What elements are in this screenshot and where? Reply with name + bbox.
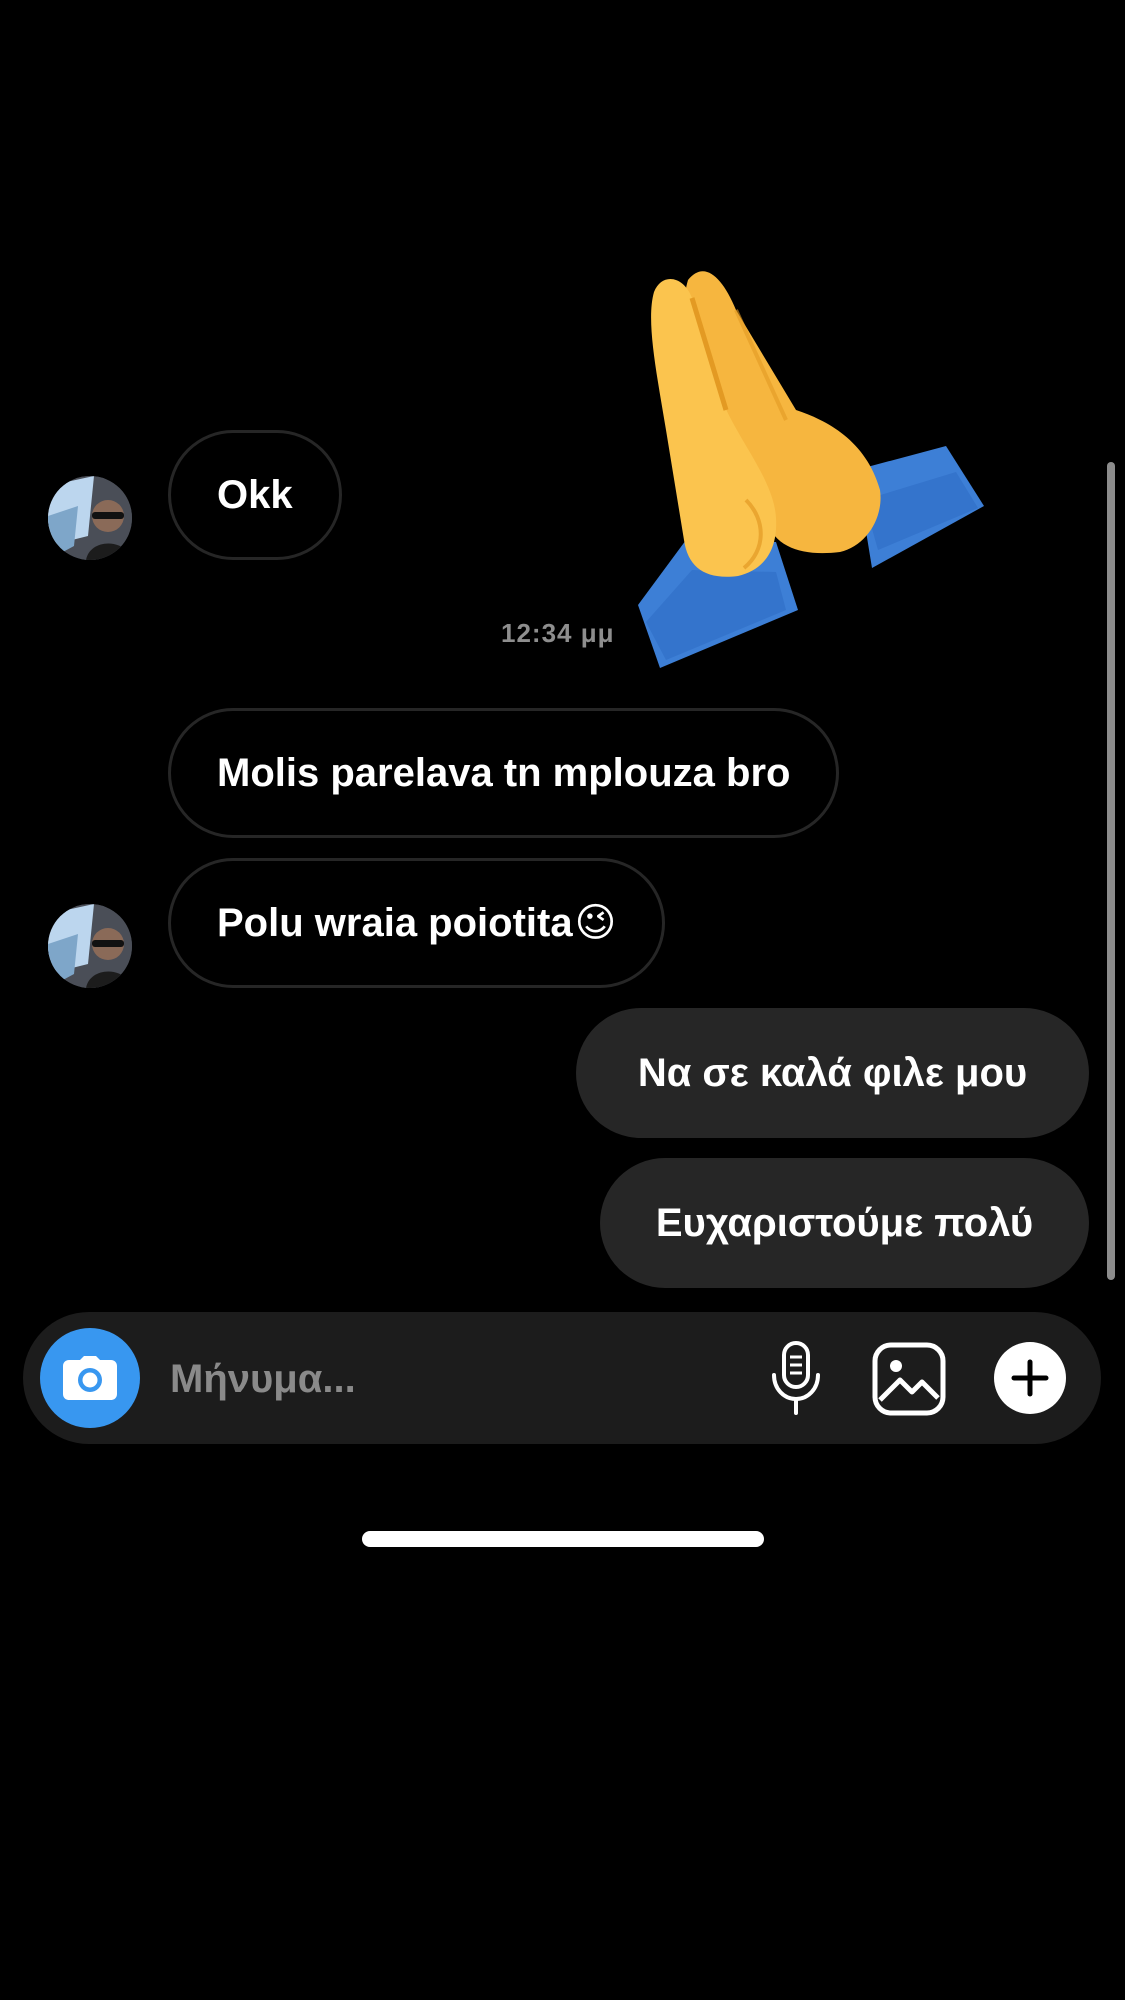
folded-hands-icon: [638, 271, 984, 668]
wink-emoji: 😉: [574, 901, 617, 945]
message-text: Ευχαριστούμε πολύ: [655, 1200, 1034, 1245]
incoming-message[interactable]: Okk: [168, 430, 342, 560]
message-text: Να σε καλά φιλε μου: [637, 1050, 1028, 1095]
outgoing-message[interactable]: Να σε καλά φιλε μου: [576, 1008, 1089, 1138]
avatar-photo-icon: [48, 904, 132, 988]
microphone-icon: [772, 1341, 820, 1415]
gallery-button[interactable]: [870, 1340, 948, 1418]
avatar[interactable]: [48, 904, 132, 988]
avatar-photo-icon: [48, 476, 132, 560]
message-text: Okk: [217, 472, 293, 517]
incoming-message[interactable]: Polu wraia poiotita 😉: [168, 858, 666, 988]
avatar[interactable]: [48, 476, 132, 560]
scrollbar[interactable]: [1107, 462, 1115, 1280]
outgoing-message[interactable]: Ευχαριστούμε πολύ: [600, 1158, 1089, 1288]
more-actions-button[interactable]: [994, 1342, 1066, 1414]
message-input[interactable]: [168, 1340, 732, 1418]
plus-icon: [1011, 1359, 1049, 1397]
message-text: Polu wraia poiotita: [217, 900, 573, 945]
folded-hands-sticker[interactable]: [626, 250, 996, 670]
camera-button[interactable]: [40, 1328, 140, 1428]
incoming-message[interactable]: Molis parelava tn mplouza bro: [168, 708, 840, 838]
camera-icon: [63, 1356, 117, 1400]
message-text: Molis parelava tn mplouza bro: [217, 750, 791, 795]
gallery-icon: [872, 1342, 946, 1416]
home-indicator[interactable]: [362, 1531, 764, 1547]
message-timestamp: 12:34 μμ: [501, 618, 615, 648]
voice-message-button[interactable]: [764, 1338, 828, 1418]
